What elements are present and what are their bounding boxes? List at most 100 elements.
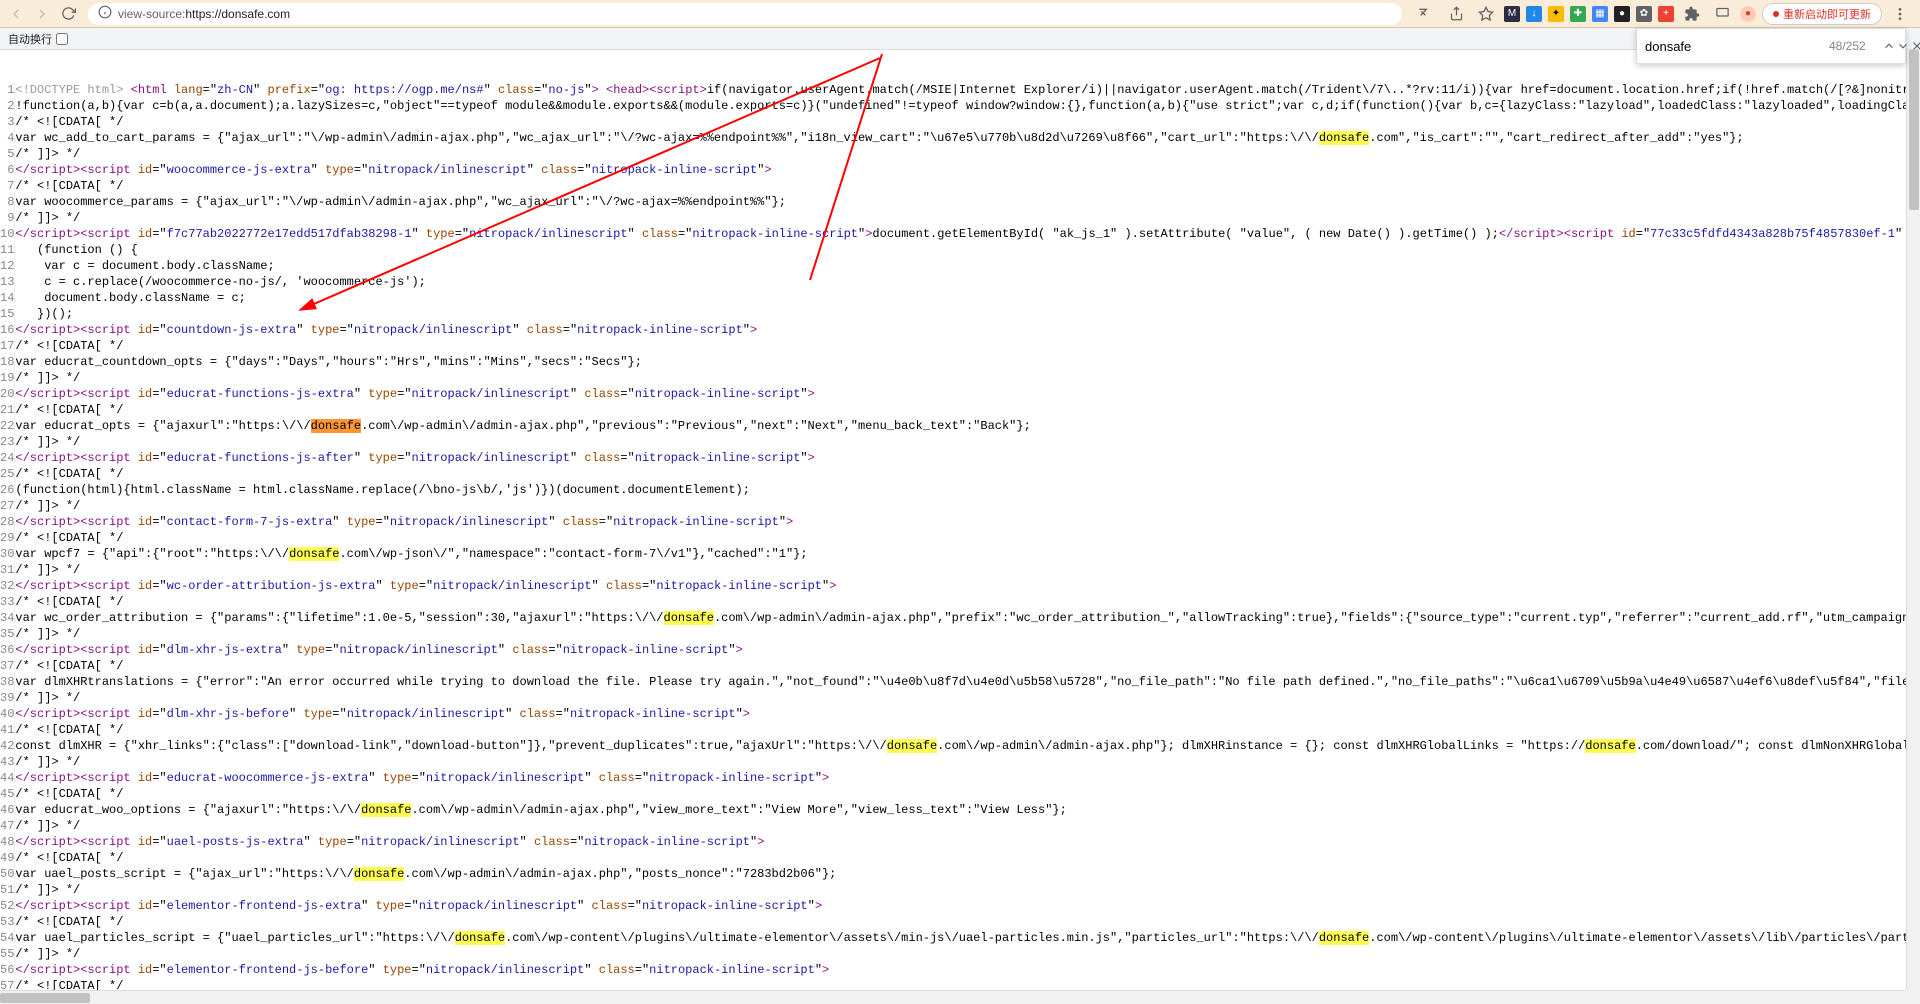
line-code[interactable]: /* ]]> */ [15, 498, 1920, 514]
line-code[interactable]: })(); [15, 306, 1920, 322]
extension-blue-icon[interactable]: ↓ [1526, 6, 1542, 22]
line-code[interactable]: </script><script id="countdown-js-extra"… [15, 322, 1920, 338]
back-button[interactable] [4, 2, 28, 26]
info-icon [98, 5, 112, 22]
share-icon[interactable] [1444, 2, 1468, 26]
line-code[interactable]: /* ]]> */ [15, 818, 1920, 834]
line-code[interactable]: var uael_posts_script = {"ajax_url":"htt… [15, 866, 1920, 882]
source-line: 5/* ]]> */ [0, 146, 1920, 162]
find-input[interactable] [1645, 39, 1821, 54]
translate-icon[interactable] [1414, 2, 1438, 26]
extensions-puzzle-icon[interactable] [1680, 2, 1704, 26]
line-number: 18 [0, 354, 15, 370]
line-code[interactable]: </script><script id="woocommerce-js-extr… [15, 162, 1920, 178]
line-number: 30 [0, 546, 15, 562]
line-code[interactable]: /* <![CDATA[ */ [15, 722, 1920, 738]
line-code[interactable]: var uael_particles_script = {"uael_parti… [15, 930, 1920, 946]
line-code[interactable]: /* ]]> */ [15, 210, 1920, 226]
line-code[interactable]: var wpcf7 = {"api":{"root":"https:\/\/do… [15, 546, 1920, 562]
line-code[interactable]: /* ]]> */ [15, 626, 1920, 642]
line-code[interactable]: var wc_order_attribution = {"params":{"l… [15, 610, 1920, 626]
source-table: 1<!DOCTYPE html> <html lang="zh-CN" pref… [0, 82, 1920, 990]
line-code[interactable]: !function(a,b){var c=b(a,a.document);a.l… [15, 98, 1920, 114]
line-code[interactable]: </script><script id="contact-form-7-js-e… [15, 514, 1920, 530]
extension-yellow-icon[interactable]: ✦ [1548, 6, 1564, 22]
address-bar[interactable]: view-source:https://donsafe.com [88, 3, 1402, 25]
extension-m-icon[interactable]: M [1504, 6, 1520, 22]
vscroll-thumb[interactable] [1909, 50, 1919, 210]
line-code[interactable]: /* <![CDATA[ */ [15, 114, 1920, 130]
line-code[interactable]: </script><script id="wc-order-attributio… [15, 578, 1920, 594]
line-code[interactable]: /* ]]> */ [15, 754, 1920, 770]
source-line: 7/* <![CDATA[ */ [0, 178, 1920, 194]
line-code[interactable]: /* ]]> */ [15, 562, 1920, 578]
line-code[interactable]: /* ]]> */ [15, 690, 1920, 706]
source-line: 48</script><script id="uael-posts-js-ext… [0, 834, 1920, 850]
line-code[interactable]: </script><script id="dlm-xhr-js-before" … [15, 706, 1920, 722]
hscroll-thumb[interactable] [0, 993, 90, 1003]
update-button[interactable]: 重新启动即可更新 [1762, 3, 1882, 25]
line-code[interactable]: var c = document.body.className; [15, 258, 1920, 274]
line-code[interactable]: /* <![CDATA[ */ [15, 978, 1920, 990]
line-code[interactable]: /* <![CDATA[ */ [15, 178, 1920, 194]
line-code[interactable]: document.body.className = c; [15, 290, 1920, 306]
line-code[interactable]: </script><script id="elementor-frontend-… [15, 962, 1920, 978]
menu-icon[interactable] [1888, 2, 1912, 26]
line-code[interactable]: <!DOCTYPE html> <html lang="zh-CN" prefi… [15, 82, 1920, 98]
line-code[interactable]: /* <![CDATA[ */ [15, 338, 1920, 354]
line-code[interactable]: /* <![CDATA[ */ [15, 530, 1920, 546]
forward-button[interactable] [30, 2, 54, 26]
line-code[interactable]: /* <![CDATA[ */ [15, 402, 1920, 418]
line-code[interactable]: /* <![CDATA[ */ [15, 850, 1920, 866]
line-code[interactable]: </script><script id="elementor-frontend-… [15, 898, 1920, 914]
extension-gear-icon[interactable]: ✿ [1636, 6, 1652, 22]
source-view[interactable]: 1<!DOCTYPE html> <html lang="zh-CN" pref… [0, 50, 1920, 990]
line-code[interactable]: /* <![CDATA[ */ [15, 914, 1920, 930]
source-line: 23/* ]]> */ [0, 434, 1920, 450]
bookmark-icon[interactable] [1474, 2, 1498, 26]
line-code[interactable]: /* ]]> */ [15, 434, 1920, 450]
line-code[interactable]: var educrat_opts = {"ajaxurl":"https:\/\… [15, 418, 1920, 434]
line-code[interactable]: /* ]]> */ [15, 146, 1920, 162]
source-line: 20</script><script id="educrat-functions… [0, 386, 1920, 402]
line-code[interactable]: /* <![CDATA[ */ [15, 658, 1920, 674]
profile-avatar[interactable]: ● [1740, 6, 1756, 22]
extension-dark-icon[interactable]: ● [1614, 6, 1630, 22]
extension-plus-icon[interactable]: + [1658, 6, 1674, 22]
line-code[interactable]: </script><script id="uael-posts-js-extra… [15, 834, 1920, 850]
line-code[interactable]: (function () { [15, 242, 1920, 258]
line-code[interactable]: /* ]]> */ [15, 882, 1920, 898]
devices-icon[interactable] [1710, 2, 1734, 26]
find-close-button[interactable] [1910, 36, 1920, 56]
line-code[interactable]: /* ]]> */ [15, 370, 1920, 386]
reload-button[interactable] [56, 2, 80, 26]
line-code[interactable]: var woocommerce_params = {"ajax_url":"\/… [15, 194, 1920, 210]
line-number: 56 [0, 962, 15, 978]
vertical-scrollbar[interactable] [1906, 50, 1920, 990]
extension-green-icon[interactable]: ✚ [1570, 6, 1586, 22]
line-code[interactable]: /* ]]> */ [15, 946, 1920, 962]
line-code[interactable]: var educrat_countdown_opts = {"days":"Da… [15, 354, 1920, 370]
line-code[interactable]: var wc_add_to_cart_params = {"ajax_url":… [15, 130, 1920, 146]
line-code[interactable]: /* <![CDATA[ */ [15, 786, 1920, 802]
line-code[interactable]: var dlmXHRtranslations = {"error":"An er… [15, 674, 1920, 690]
line-code[interactable]: </script><script id="f7c77ab2022772e17ed… [15, 226, 1920, 242]
find-prev-button[interactable] [1882, 36, 1896, 56]
horizontal-scrollbar[interactable] [0, 990, 1906, 1004]
source-line: 34var wc_order_attribution = {"params":{… [0, 610, 1920, 626]
line-code[interactable]: </script><script id="dlm-xhr-js-extra" t… [15, 642, 1920, 658]
autowrap-label[interactable]: 自动换行 [8, 31, 68, 47]
line-code[interactable]: </script><script id="educrat-woocommerce… [15, 770, 1920, 786]
autowrap-checkbox[interactable] [56, 33, 68, 45]
line-code[interactable]: c = c.replace(/woocommerce-no-js/, 'wooc… [15, 274, 1920, 290]
line-code[interactable]: const dlmXHR = {"xhr_links":{"class":["d… [15, 738, 1920, 754]
extension-doc-icon[interactable]: ▦ [1592, 6, 1608, 22]
line-code[interactable]: var educrat_woo_options = {"ajaxurl":"ht… [15, 802, 1920, 818]
line-code[interactable]: (function(html){html.className = html.cl… [15, 482, 1920, 498]
line-code[interactable]: </script><script id="educrat-functions-j… [15, 450, 1920, 466]
line-code[interactable]: /* <![CDATA[ */ [15, 466, 1920, 482]
find-next-button[interactable] [1896, 36, 1910, 56]
line-number: 19 [0, 370, 15, 386]
line-code[interactable]: </script><script id="educrat-functions-j… [15, 386, 1920, 402]
line-code[interactable]: /* <![CDATA[ */ [15, 594, 1920, 610]
